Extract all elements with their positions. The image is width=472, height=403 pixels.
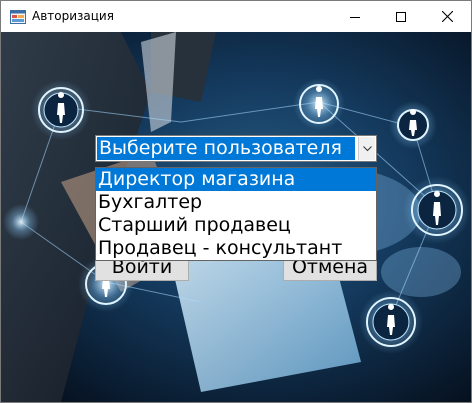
user-select-dropdown-list: Директор магазина Бухгалтер Старший прод… (95, 167, 377, 261)
title-bar[interactable]: Авторизация (1, 1, 471, 32)
close-icon (441, 11, 453, 22)
form-client-area: Выберите пользователя Войти Отмена Дирек… (1, 32, 471, 402)
minimize-icon (350, 16, 360, 18)
user-select-combobox[interactable]: Выберите пользователя (95, 135, 377, 162)
combo-dropdown-button[interactable] (358, 137, 375, 160)
auth-window: Авторизация Выберите пользователя Войти … (0, 0, 472, 403)
dropdown-option-store-director[interactable]: Директор магазина (96, 168, 376, 191)
dropdown-option-senior-seller[interactable]: Старший продавец (96, 214, 376, 237)
minimize-button[interactable] (332, 1, 378, 32)
maximize-icon (396, 11, 406, 22)
close-button[interactable] (424, 1, 470, 32)
user-select-value: Выберите пользователя (97, 137, 355, 160)
dropdown-option-sales-consultant[interactable]: Продавец - консультант (96, 237, 376, 260)
chevron-down-icon (362, 145, 372, 151)
maximize-button[interactable] (378, 1, 424, 32)
app-form-icon (10, 10, 26, 24)
window-title: Авторизация (32, 9, 114, 23)
dropdown-option-accountant[interactable]: Бухгалтер (96, 191, 376, 214)
